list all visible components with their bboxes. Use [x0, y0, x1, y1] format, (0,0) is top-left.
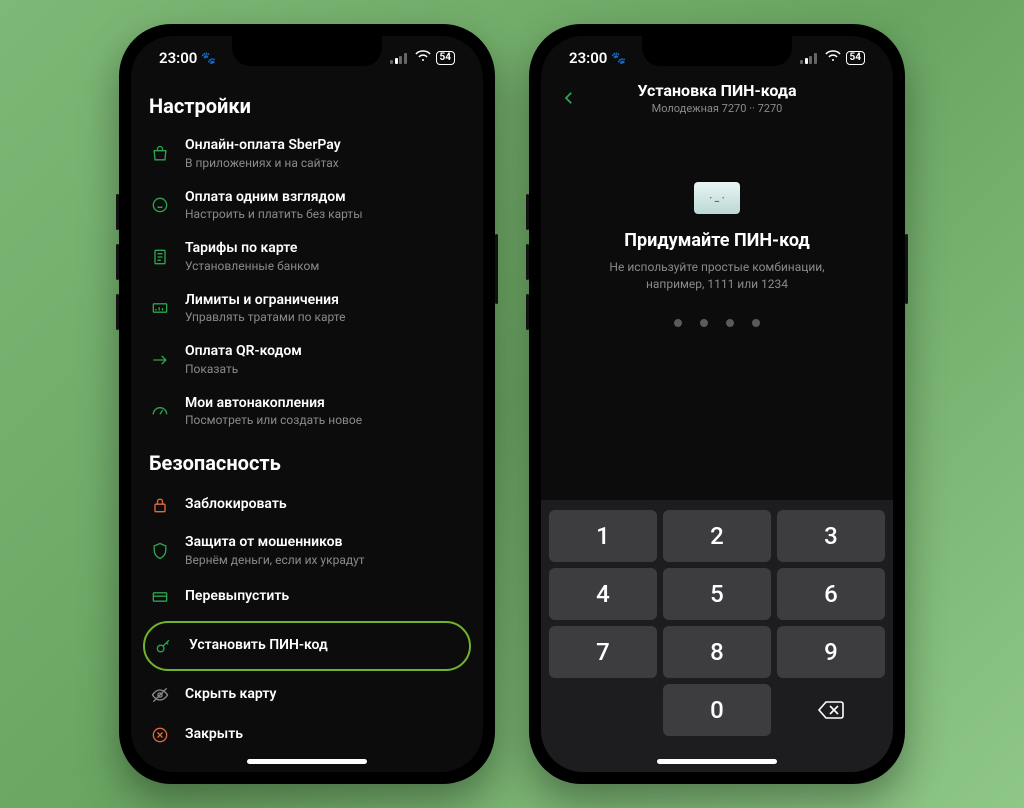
item-subtitle: Настроить и платить без карты: [185, 207, 465, 222]
phone-right: 23:00 🐾 54 Установка ПИН-кода Молодежная…: [529, 24, 905, 784]
item-tariffs[interactable]: Тарифы по карте Установленные банком: [131, 231, 483, 283]
item-set-pin[interactable]: Установить ПИН-код: [143, 621, 471, 671]
item-subtitle: Вернём деньги, если их украдут: [185, 553, 465, 568]
cellular-icon: [800, 53, 817, 64]
numeric-keypad: 1 2 3 4 5 6 7 8 9 0: [541, 500, 893, 772]
item-title: Заблокировать: [185, 496, 465, 514]
item-sberpay[interactable]: Онлайн-оплата SberPay В приложениях и на…: [131, 128, 483, 180]
smile-icon: [149, 194, 171, 216]
pin-area: · _ · Придумайте ПИН-код Не используйте …: [541, 182, 893, 327]
pin-dot: [674, 319, 682, 327]
back-button[interactable]: [555, 84, 583, 112]
key-3[interactable]: 3: [777, 510, 885, 562]
pin-dot: [752, 319, 760, 327]
item-subtitle: Показать: [185, 362, 465, 377]
key-8[interactable]: 8: [663, 626, 771, 678]
item-glance-pay[interactable]: Оплата одним взглядом Настроить и платит…: [131, 180, 483, 232]
key-delete[interactable]: [777, 684, 885, 736]
wifi-icon: [415, 50, 431, 66]
backspace-icon: [817, 700, 845, 720]
key-4[interactable]: 4: [549, 568, 657, 620]
item-title: Оплата одним взглядом: [185, 189, 465, 207]
battery-icon: 54: [436, 51, 455, 65]
item-block[interactable]: Заблокировать: [131, 485, 483, 525]
item-autosavings[interactable]: Мои автонакопления Посмотреть или создат…: [131, 386, 483, 438]
item-close-card[interactable]: Закрыть: [131, 715, 483, 755]
screen-settings: 23:00 🐾 54 Настройки Онлайн-оплата SberP…: [131, 36, 483, 772]
key-blank: [549, 684, 657, 736]
pin-hint-line2: например, 1111 или 1234: [569, 276, 865, 293]
key-5[interactable]: 5: [663, 568, 771, 620]
key-7[interactable]: 7: [549, 626, 657, 678]
key-2[interactable]: 2: [663, 510, 771, 562]
item-limits[interactable]: Лимиты и ограничения Управлять тратами п…: [131, 283, 483, 335]
section-title-security: Безопасность: [131, 437, 483, 485]
pin-hint-line1: Не используйте простые комбинации,: [569, 259, 865, 276]
notch: [642, 36, 792, 66]
pin-heading: Придумайте ПИН-код: [569, 230, 865, 251]
item-qr-pay[interactable]: Оплата QR-кодом Показать: [131, 334, 483, 386]
item-title: Установить ПИН-код: [189, 637, 461, 655]
nav-bar: Установка ПИН-кода Молодежная 7270 ·· 72…: [541, 80, 893, 112]
key-icon: [153, 635, 175, 657]
document-icon: [149, 246, 171, 268]
item-subtitle: Посмотреть или создать новое: [185, 413, 465, 428]
item-subtitle: Установленные банком: [185, 259, 465, 274]
item-title: Оплата QR-кодом: [185, 343, 465, 361]
pin-dot: [700, 319, 708, 327]
eye-off-icon: [149, 684, 171, 706]
key-0[interactable]: 0: [663, 684, 771, 736]
wifi-icon: [825, 50, 841, 66]
item-subtitle: Управлять тратами по карте: [185, 310, 465, 325]
pin-content: Установка ПИН-кода Молодежная 7270 ·· 72…: [541, 80, 893, 772]
pin-dot: [726, 319, 734, 327]
paw-icon: 🐾: [201, 51, 216, 65]
pin-dots: [569, 319, 865, 327]
item-title: Перевыпустить: [185, 588, 465, 606]
cellular-icon: [390, 53, 407, 64]
paw-icon: 🐾: [611, 51, 626, 65]
close-circle-icon: [149, 724, 171, 746]
arrow-right-icon: [149, 349, 171, 371]
battery-icon: 54: [846, 51, 865, 65]
settings-content[interactable]: Настройки Онлайн-оплата SberPay В прилож…: [131, 80, 483, 772]
item-subtitle: В приложениях и на сайтах: [185, 156, 465, 171]
gauge-icon: [149, 400, 171, 422]
card-reissue-icon: [149, 586, 171, 608]
limits-icon: [149, 297, 171, 319]
bag-icon: [149, 143, 171, 165]
item-hide-card[interactable]: Скрыть карту: [131, 675, 483, 715]
phone-left: 23:00 🐾 54 Настройки Онлайн-оплата SberP…: [119, 24, 495, 784]
home-indicator[interactable]: [247, 759, 367, 764]
item-title: Защита от мошенников: [185, 534, 465, 552]
notch: [232, 36, 382, 66]
nav-subtitle: Молодежная 7270 ·· 7270: [541, 102, 893, 115]
section-title-settings: Настройки: [131, 80, 483, 128]
item-fraud-protect[interactable]: Защита от мошенников Вернём деньги, если…: [131, 525, 483, 577]
shield-icon: [149, 540, 171, 562]
status-time: 23:00: [569, 49, 607, 67]
item-title: Скрыть карту: [185, 686, 465, 704]
item-title: Закрыть: [185, 726, 465, 744]
item-reissue[interactable]: Перевыпустить: [131, 577, 483, 617]
status-time: 23:00: [159, 49, 197, 67]
item-title: Мои автонакопления: [185, 395, 465, 413]
nav-title: Установка ПИН-кода: [541, 81, 893, 100]
item-title: Тарифы по карте: [185, 240, 465, 258]
screen-pin: 23:00 🐾 54 Установка ПИН-кода Молодежная…: [541, 36, 893, 772]
key-6[interactable]: 6: [777, 568, 885, 620]
item-title: Лимиты и ограничения: [185, 292, 465, 310]
item-title: Онлайн-оплата SberPay: [185, 137, 465, 155]
card-face-icon: · _ ·: [694, 182, 740, 214]
key-9[interactable]: 9: [777, 626, 885, 678]
key-1[interactable]: 1: [549, 510, 657, 562]
lock-icon: [149, 494, 171, 516]
home-indicator[interactable]: [657, 759, 777, 764]
